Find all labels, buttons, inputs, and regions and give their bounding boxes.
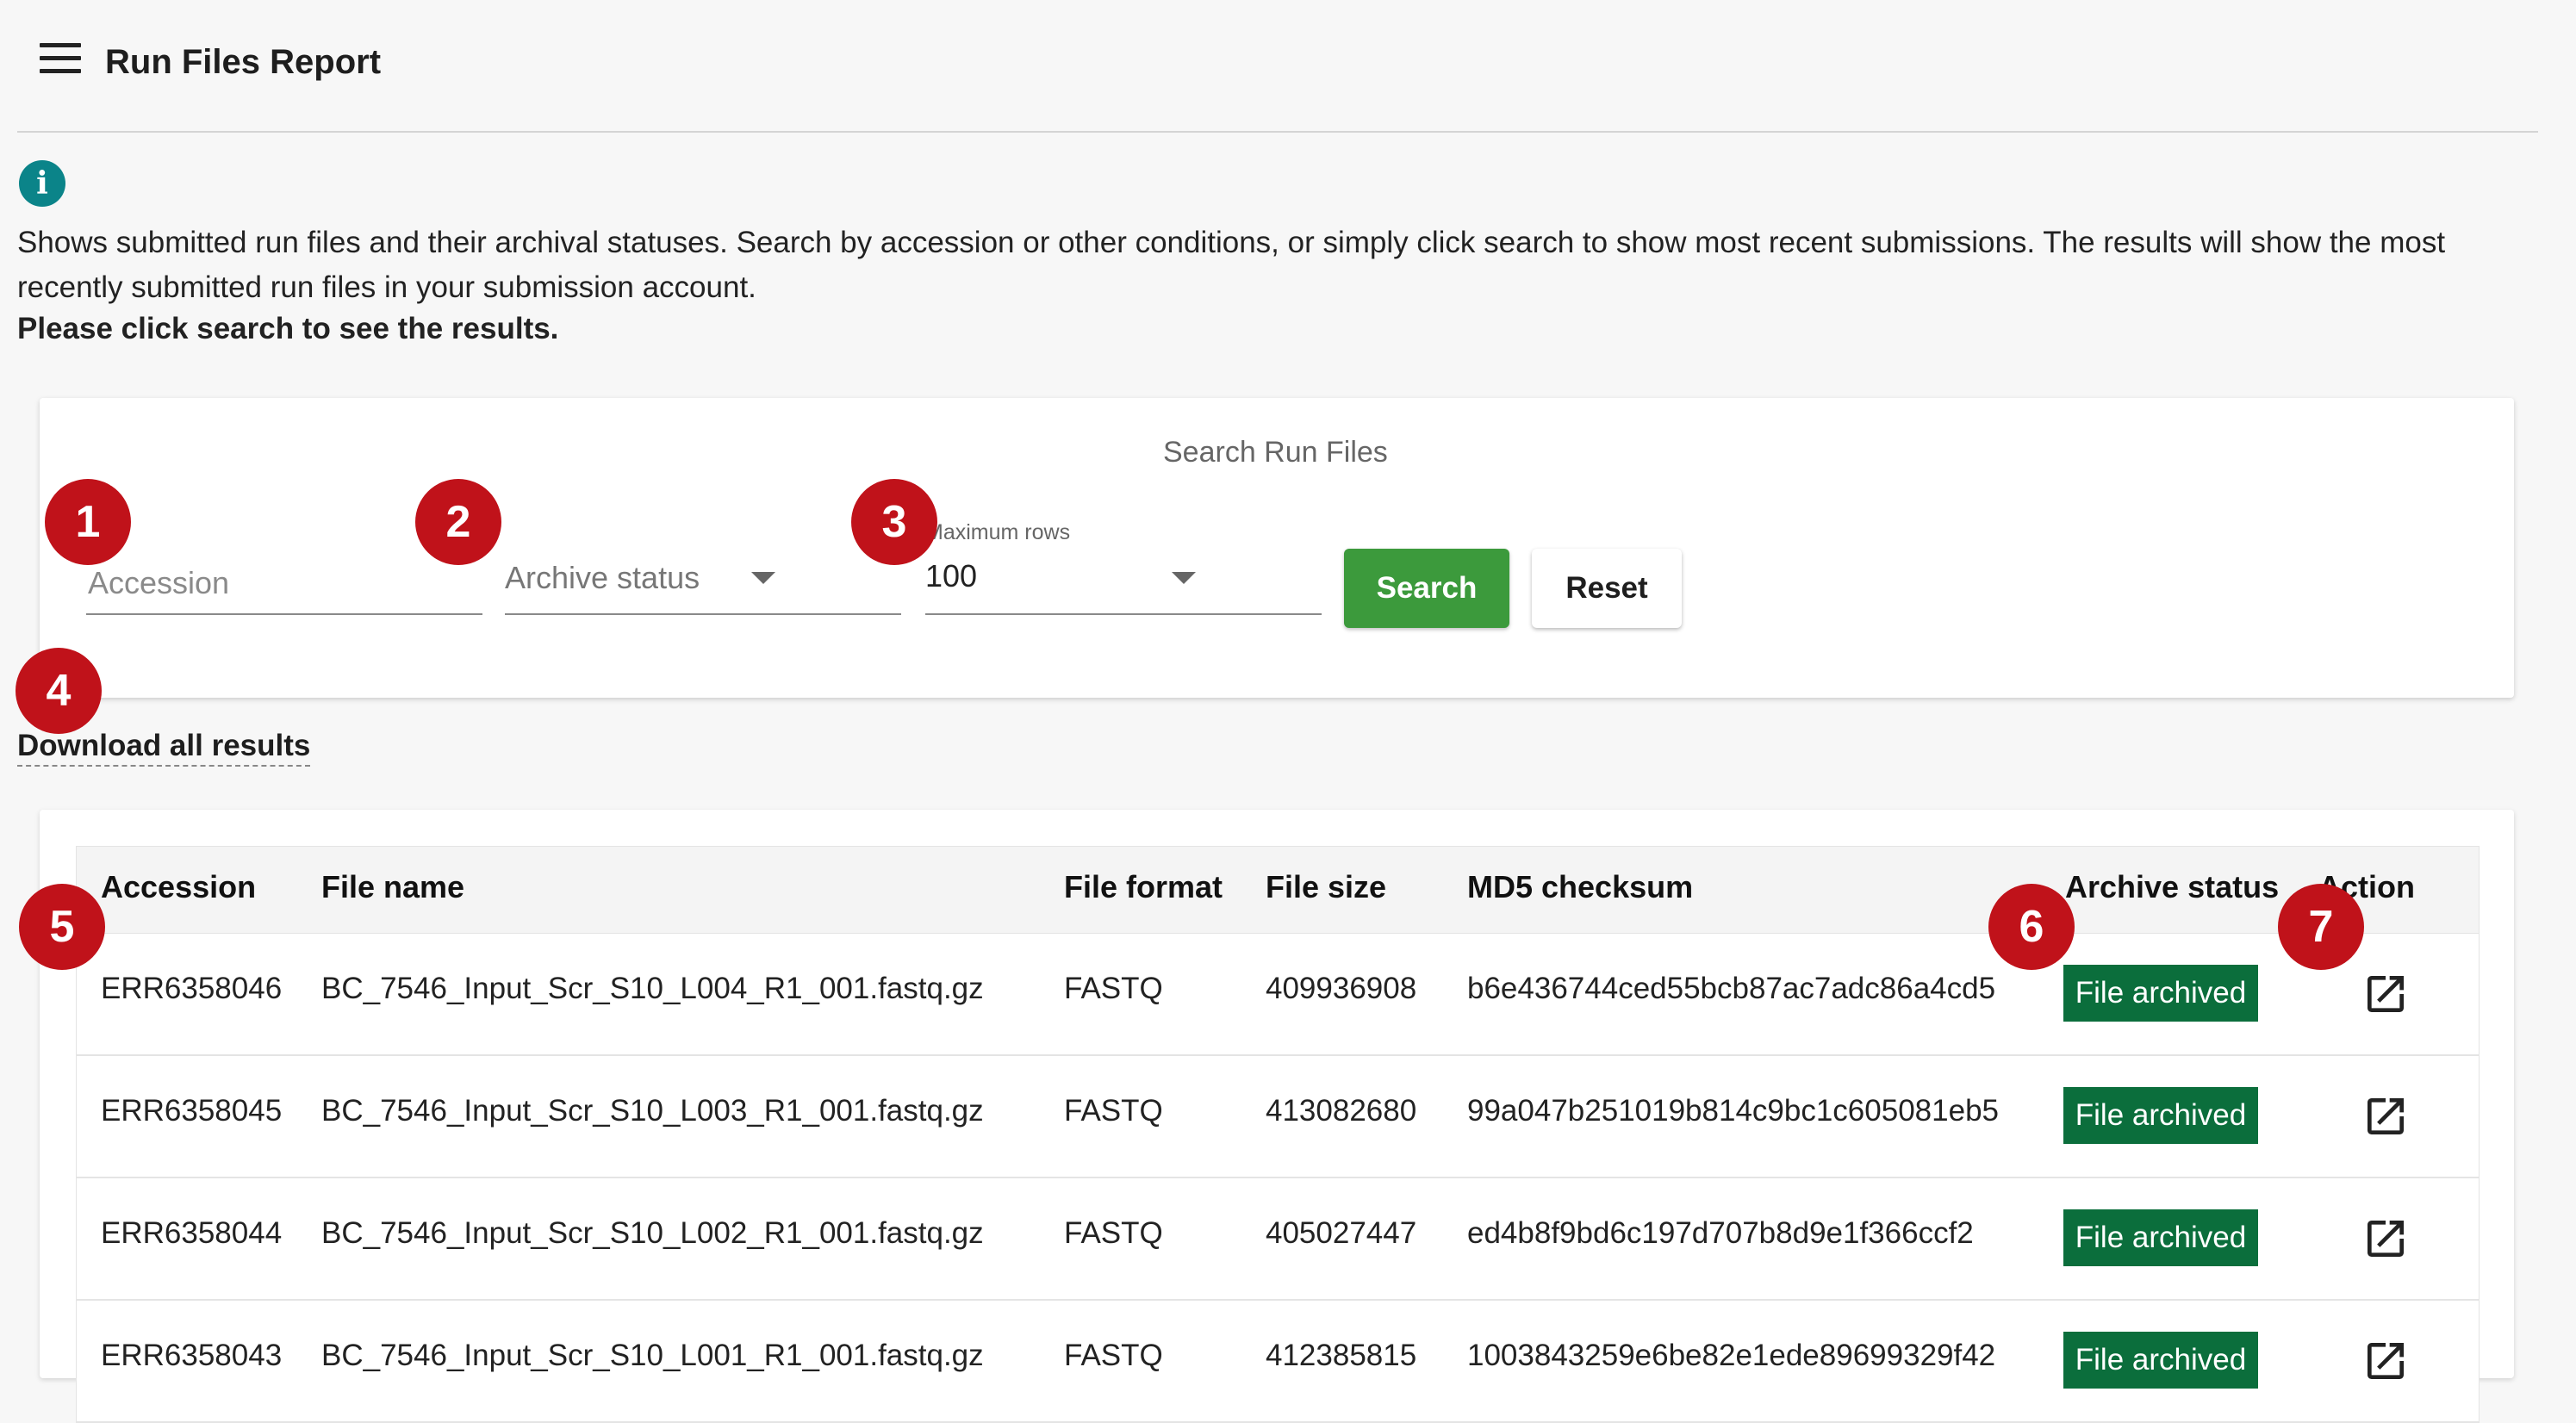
cell-md5: 1003843259e6be82e1ede89699329f42 xyxy=(1467,1339,1996,1372)
open-in-new-icon[interactable] xyxy=(2361,970,2410,1018)
cell-file-format: FASTQ xyxy=(1064,1339,1163,1372)
cell-accession: ERR6358045 xyxy=(101,1094,283,1128)
column-header-md5[interactable]: MD5 checksum xyxy=(1467,869,1693,905)
cell-md5: 99a047b251019b814c9bc1c605081eb5 xyxy=(1467,1094,1999,1128)
cell-file-name: BC_7546_Input_Scr_S10_L001_R1_001.fastq.… xyxy=(321,1339,984,1372)
archive-status-select[interactable]: Archive status xyxy=(505,551,901,615)
status-badge: File archived xyxy=(2063,965,2258,1022)
cell-md5: ed4b8f9bd6c197d707b8d9e1f366ccf2 xyxy=(1467,1216,1974,1250)
menu-icon[interactable] xyxy=(40,43,81,74)
search-panel-title: Search Run Files xyxy=(1163,436,1388,469)
max-rows-value: 100 xyxy=(925,558,978,593)
header-divider xyxy=(17,131,2538,133)
accession-input[interactable] xyxy=(86,551,486,615)
max-rows-label: Maximum rows xyxy=(925,520,1071,544)
status-badge: File archived xyxy=(2063,1209,2258,1266)
callout-marker-1: 1 xyxy=(45,479,131,565)
max-rows-select[interactable]: 100 xyxy=(925,551,1322,615)
callout-marker-3: 3 xyxy=(851,479,937,565)
cell-md5: b6e436744ced55bcb87ac7adc86a4cd5 xyxy=(1467,972,1996,1005)
archive-status-label: Archive status xyxy=(505,560,700,595)
table-row: ERR6358045 BC_7546_Input_Scr_S10_L003_R1… xyxy=(76,1056,2480,1178)
reset-button[interactable]: Reset xyxy=(1532,549,1682,628)
chevron-down-icon xyxy=(1172,572,1196,584)
open-in-new-icon[interactable] xyxy=(2361,1215,2410,1263)
cell-file-format: FASTQ xyxy=(1064,1216,1163,1250)
info-description: Shows submitted run files and their arch… xyxy=(17,226,2446,304)
column-header-file-format[interactable]: File format xyxy=(1064,869,1223,905)
callout-marker-5: 5 xyxy=(19,884,105,970)
cell-accession: ERR6358043 xyxy=(101,1339,283,1372)
column-header-file-size[interactable]: File size xyxy=(1266,869,1386,905)
cell-accession: ERR6358044 xyxy=(101,1216,283,1250)
column-header-file-name[interactable]: File name xyxy=(321,869,464,905)
info-icon: i xyxy=(19,160,65,207)
table-row: ERR6358046 BC_7546_Input_Scr_S10_L004_R1… xyxy=(76,934,2480,1056)
table-row: ERR6358043 BC_7546_Input_Scr_S10_L001_R1… xyxy=(76,1301,2480,1423)
info-prompt: Please click search to see the results. xyxy=(17,312,559,345)
cell-file-format: FASTQ xyxy=(1064,972,1163,1005)
column-header-archive-status[interactable]: Archive status xyxy=(2065,869,2279,905)
cell-file-size: 409936908 xyxy=(1266,972,1417,1005)
cell-accession: ERR6358046 xyxy=(101,972,283,1005)
open-in-new-icon[interactable] xyxy=(2361,1092,2410,1140)
accession-field[interactable] xyxy=(86,551,486,615)
cell-file-name: BC_7546_Input_Scr_S10_L004_R1_001.fastq.… xyxy=(321,972,984,1005)
open-in-new-icon[interactable] xyxy=(2361,1337,2410,1385)
table-header: Accession File name File format File siz… xyxy=(76,846,2480,934)
cell-file-format: FASTQ xyxy=(1064,1094,1163,1128)
column-header-accession[interactable]: Accession xyxy=(101,869,256,905)
cell-file-name: BC_7546_Input_Scr_S10_L002_R1_001.fastq.… xyxy=(321,1216,984,1250)
page-title: Run Files Report xyxy=(105,43,382,81)
search-button[interactable]: Search xyxy=(1344,549,1509,628)
cell-file-size: 413082680 xyxy=(1266,1094,1417,1128)
status-badge: File archived xyxy=(2063,1087,2258,1144)
results-table: Accession File name File format File siz… xyxy=(76,846,2480,1423)
cell-file-size: 412385815 xyxy=(1266,1339,1417,1372)
callout-marker-6: 6 xyxy=(1988,884,2075,970)
table-row: ERR6358044 BC_7546_Input_Scr_S10_L002_R1… xyxy=(76,1178,2480,1301)
status-badge: File archived xyxy=(2063,1332,2258,1389)
chevron-down-icon xyxy=(751,572,775,584)
callout-marker-2: 2 xyxy=(415,479,501,565)
cell-file-name: BC_7546_Input_Scr_S10_L003_R1_001.fastq.… xyxy=(321,1094,984,1128)
download-all-results-link[interactable]: Download all results xyxy=(17,729,311,767)
callout-marker-4: 4 xyxy=(16,648,102,734)
cell-file-size: 405027447 xyxy=(1266,1216,1417,1250)
callout-marker-7: 7 xyxy=(2278,884,2364,970)
